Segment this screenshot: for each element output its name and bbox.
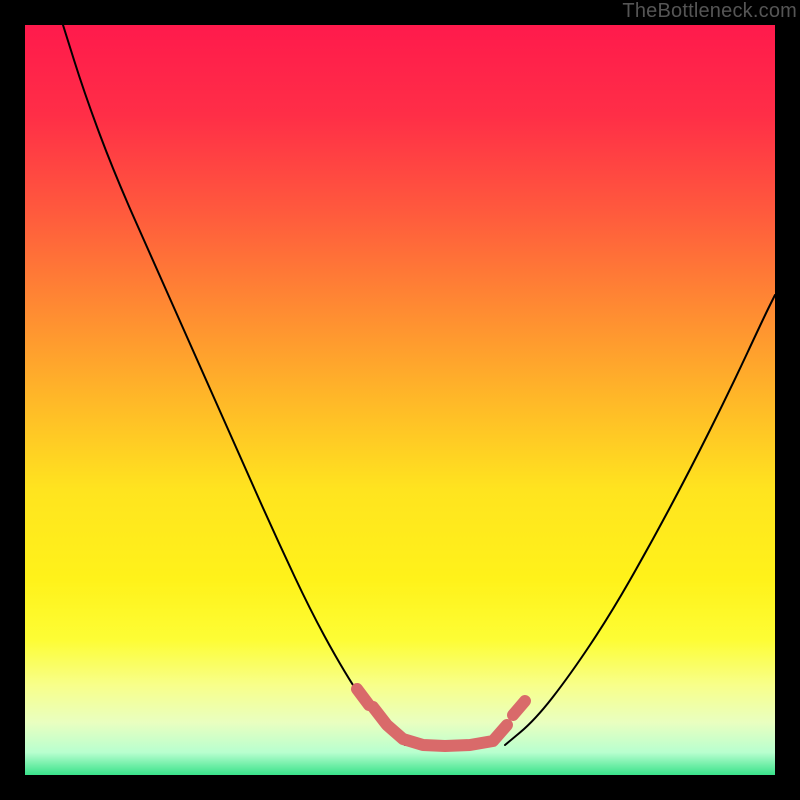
chart-background xyxy=(25,25,775,775)
chart-frame xyxy=(25,25,775,775)
bottleneck-curve-chart xyxy=(25,25,775,775)
watermark-label: TheBottleneck.com xyxy=(622,0,797,23)
